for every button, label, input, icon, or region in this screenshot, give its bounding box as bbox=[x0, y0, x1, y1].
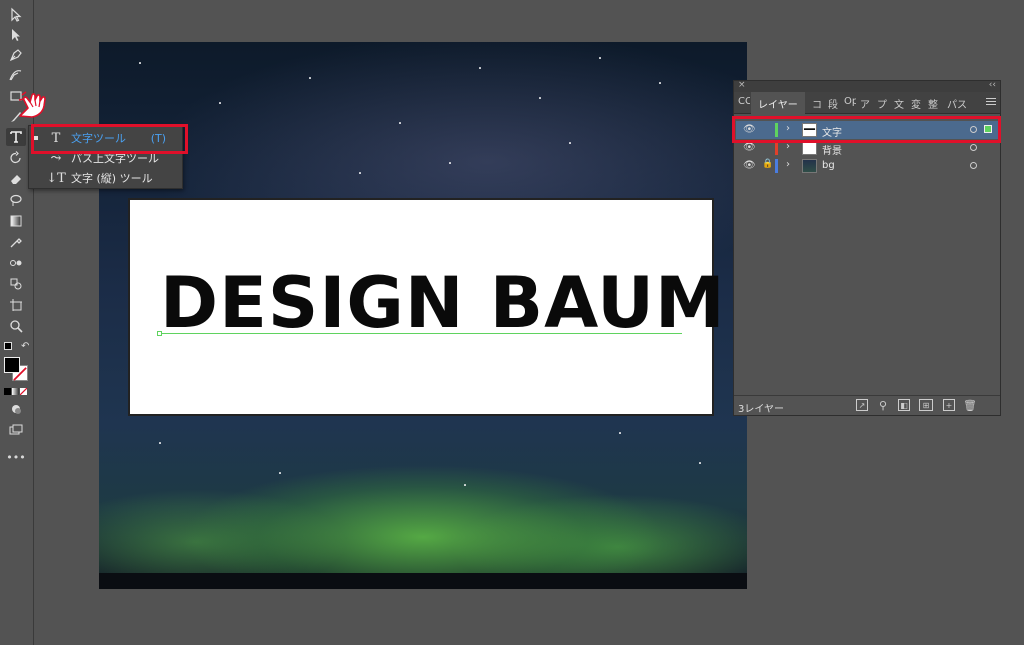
gradient-mode-icon[interactable] bbox=[12, 388, 19, 395]
layer-row-bg[interactable]: 👁 🔒 › bg bbox=[736, 157, 998, 175]
text-anchor-point bbox=[157, 331, 162, 336]
star bbox=[219, 102, 221, 104]
layer-count-label: 3レイヤー bbox=[738, 404, 785, 415]
star bbox=[359, 172, 361, 174]
eyedropper-tool-icon[interactable] bbox=[6, 233, 26, 251]
tab-transform[interactable]: 変 bbox=[911, 96, 921, 111]
eraser-tool-icon[interactable] bbox=[6, 170, 26, 188]
none-mode-icon[interactable] bbox=[20, 388, 27, 395]
visibility-eye-icon[interactable]: 👁 bbox=[743, 142, 756, 154]
layer-color-bar bbox=[775, 159, 778, 173]
panel-menu-icon[interactable] bbox=[986, 98, 996, 107]
flyout-item-label: 文字 (縦) ツール bbox=[71, 172, 153, 185]
star bbox=[569, 142, 571, 144]
tab-appearance[interactable]: ア bbox=[860, 96, 870, 111]
gradient-tool-icon[interactable] bbox=[6, 212, 26, 230]
layer-name[interactable]: bg bbox=[822, 160, 835, 171]
visibility-eye-icon[interactable]: 👁 bbox=[743, 160, 756, 172]
star bbox=[309, 77, 311, 79]
lock-icon[interactable]: 🔒 bbox=[762, 159, 773, 169]
create-new-layer-icon[interactable]: + bbox=[943, 399, 955, 411]
star bbox=[449, 162, 451, 164]
star bbox=[659, 82, 661, 84]
tab-align[interactable]: 整 bbox=[928, 96, 938, 111]
flyout-item-vertical-type-tool[interactable]: ↓T 文字 (縦) ツール bbox=[29, 168, 184, 188]
swap-colors-icon[interactable]: ↶ bbox=[21, 341, 29, 352]
pointing-hand-icon bbox=[16, 86, 52, 120]
lasso-tool-icon[interactable] bbox=[6, 191, 26, 209]
star bbox=[479, 67, 481, 69]
star bbox=[139, 62, 141, 64]
layer-highlight bbox=[732, 116, 1001, 143]
text-background-box[interactable]: DESIGN BAUM bbox=[128, 198, 725, 416]
collapse-icon[interactable]: ‹‹ bbox=[989, 80, 996, 90]
layer-thumbnail bbox=[802, 141, 817, 155]
create-sublayer-icon[interactable]: ⊞ bbox=[919, 399, 933, 411]
layer-target-icon[interactable] bbox=[970, 162, 977, 169]
draw-mode-icon[interactable] bbox=[6, 400, 26, 418]
default-colors-icon[interactable] bbox=[4, 342, 12, 350]
star bbox=[399, 122, 401, 124]
make-clipping-mask-icon[interactable]: ◧ bbox=[898, 399, 910, 411]
star bbox=[279, 472, 281, 474]
screen-mode-icon[interactable] bbox=[6, 421, 26, 439]
tab-pathfinder[interactable]: パス bbox=[947, 96, 967, 111]
tab-co[interactable]: コ bbox=[812, 96, 822, 111]
tab-character[interactable]: 文 bbox=[894, 96, 904, 111]
vertical-type-icon: ↓T bbox=[46, 170, 66, 186]
headline-text[interactable]: DESIGN BAUM bbox=[160, 262, 726, 344]
layer-name[interactable]: 背景 bbox=[822, 142, 842, 157]
close-icon[interactable]: × bbox=[738, 80, 746, 90]
tab-layers[interactable]: レイヤー bbox=[751, 92, 805, 114]
direct-selection-tool-icon[interactable] bbox=[6, 26, 26, 44]
artboard-tool-icon[interactable] bbox=[6, 296, 26, 314]
more-tools-icon[interactable]: ••• bbox=[6, 448, 26, 466]
panel-tabs: CC レイヤー コ 段 Op ア プ 文 変 整 パス bbox=[734, 92, 1000, 114]
type-tool-icon[interactable] bbox=[6, 128, 26, 146]
tab-cc[interactable]: CC bbox=[738, 96, 750, 107]
trash-icon[interactable]: 🗑 bbox=[963, 399, 977, 412]
star bbox=[464, 484, 466, 486]
color-mode-icon[interactable] bbox=[4, 388, 11, 395]
star bbox=[159, 442, 161, 444]
export-icon[interactable]: ↗ bbox=[856, 399, 868, 411]
layer-color-bar bbox=[775, 141, 778, 155]
fill-color-swatch[interactable] bbox=[4, 357, 20, 373]
expand-chevron-icon[interactable]: › bbox=[786, 159, 790, 170]
text-baseline bbox=[160, 333, 682, 334]
star bbox=[599, 57, 601, 59]
curvature-tool-icon[interactable] bbox=[6, 66, 26, 84]
star bbox=[699, 462, 701, 464]
star bbox=[619, 432, 621, 434]
rotate-tool-icon[interactable] bbox=[6, 149, 26, 167]
locate-object-icon[interactable]: ⚲ bbox=[877, 399, 889, 412]
pen-tool-icon[interactable] bbox=[6, 46, 26, 64]
panel-title-bar[interactable]: × ‹‹ bbox=[734, 80, 1000, 92]
type-tool-highlight bbox=[31, 124, 188, 154]
blend-tool-icon[interactable] bbox=[6, 254, 26, 272]
zoom-tool-icon[interactable] bbox=[6, 317, 26, 335]
selection-tool-icon[interactable] bbox=[6, 6, 26, 24]
tab-properties[interactable]: プ bbox=[877, 96, 887, 111]
panel-footer: 3レイヤー ↗ ⚲ ◧ ⊞ + 🗑 bbox=[734, 395, 1000, 415]
tab-paragraph[interactable]: 段 bbox=[828, 96, 838, 111]
ground-silhouette bbox=[99, 573, 747, 589]
layer-target-icon[interactable] bbox=[970, 144, 977, 151]
tab-opentype[interactable]: Op bbox=[844, 96, 856, 107]
layer-thumbnail bbox=[802, 159, 817, 173]
star bbox=[539, 97, 541, 99]
shape-builder-tool-icon[interactable] bbox=[6, 275, 26, 293]
